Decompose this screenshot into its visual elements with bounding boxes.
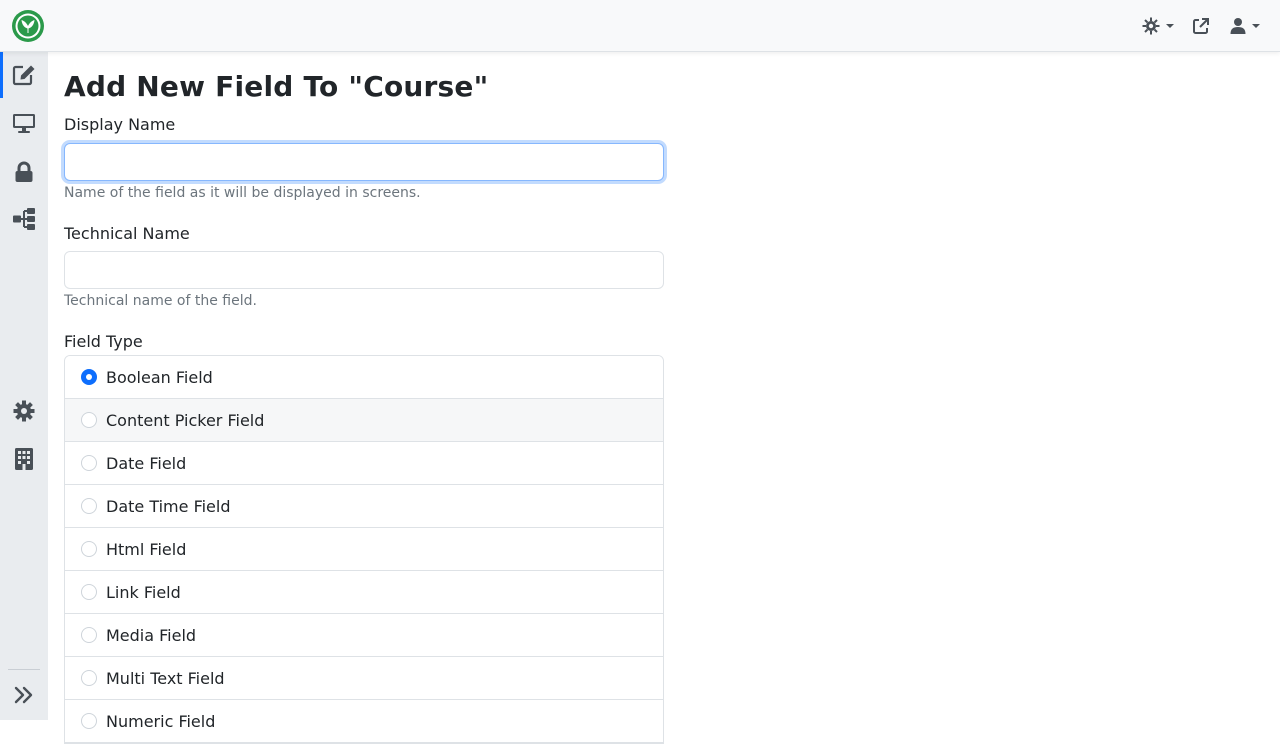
radio-button[interactable] — [81, 713, 97, 729]
field-type-option-label: Multi Text Field — [106, 668, 225, 688]
radio-button[interactable] — [81, 412, 97, 428]
orchard-logo[interactable] — [11, 9, 45, 43]
admin-sidebar — [0, 52, 48, 720]
field-type-option-date[interactable]: Date Field — [65, 442, 663, 485]
field-type-option-boolean[interactable]: Boolean Field — [65, 356, 663, 399]
field-type-option-label: Date Time Field — [106, 496, 231, 516]
radio-button[interactable] — [81, 670, 97, 686]
lock-icon — [15, 161, 33, 182]
display-name-hint: Name of the field as it will be displaye… — [64, 185, 421, 201]
field-type-option-media[interactable]: Media Field — [65, 614, 663, 657]
display-name-label: Display Name — [64, 115, 176, 134]
radio-button[interactable] — [81, 627, 97, 643]
double-chevron-right-icon — [14, 686, 33, 704]
user-menu-button[interactable] — [1224, 12, 1266, 40]
radio-button[interactable] — [81, 541, 97, 557]
chevron-down-icon — [1252, 24, 1260, 28]
chevron-down-icon — [1166, 24, 1174, 28]
field-type-list: Boolean Field Content Picker Field Date … — [64, 355, 664, 744]
sidebar-item-design[interactable] — [0, 100, 48, 146]
top-navbar — [0, 0, 1280, 52]
radio-button[interactable] — [81, 455, 97, 471]
visit-site-button[interactable] — [1186, 12, 1216, 40]
field-type-option-label: Link Field — [106, 582, 181, 602]
field-type-group: Field Type Boolean Field Content Picker … — [64, 332, 664, 744]
field-type-option-label: Content Picker Field — [106, 410, 265, 430]
external-link-icon — [1193, 18, 1209, 34]
field-type-option-label: Media Field — [106, 625, 197, 645]
technical-name-group: Technical Name Technical name of the fie… — [64, 224, 664, 310]
edit-icon — [12, 65, 35, 86]
user-icon — [1230, 18, 1246, 34]
field-type-option-html[interactable]: Html Field — [65, 528, 663, 571]
theme-toggle-button[interactable] — [1136, 12, 1180, 40]
radio-button[interactable] — [81, 584, 97, 600]
monitor-icon — [13, 114, 35, 133]
field-type-option-content-picker[interactable]: Content Picker Field — [65, 399, 663, 442]
sidebar-divider — [8, 669, 40, 670]
sidebar-item-workflows[interactable] — [0, 196, 48, 242]
display-name-input[interactable] — [64, 143, 664, 181]
field-type-option-link[interactable]: Link Field — [65, 571, 663, 614]
sidebar-item-tenants[interactable] — [0, 436, 48, 482]
technical-name-label: Technical Name — [64, 224, 190, 243]
sidebar-item-content[interactable] — [0, 52, 48, 98]
sitemap-icon — [13, 208, 35, 230]
field-type-option-numeric[interactable]: Numeric Field — [65, 700, 663, 743]
main-content: Add New Field To "Course" Display Name N… — [64, 52, 664, 744]
display-name-group: Display Name Name of the field as it wil… — [64, 115, 664, 202]
sidebar-collapse-toggle[interactable] — [0, 672, 48, 718]
sidebar-item-security[interactable] — [0, 149, 48, 195]
field-type-option-date-time[interactable]: Date Time Field — [65, 485, 663, 528]
radio-button[interactable] — [81, 498, 97, 514]
field-type-option-multi-text[interactable]: Multi Text Field — [65, 657, 663, 700]
gear-icon — [13, 400, 35, 422]
field-type-option-label: Html Field — [106, 539, 187, 559]
field-type-option-label: Boolean Field — [106, 367, 213, 387]
page-title: Add New Field To "Course" — [64, 70, 489, 103]
technical-name-input[interactable] — [64, 251, 664, 289]
field-type-option-label: Date Field — [106, 453, 187, 473]
sidebar-item-configuration[interactable] — [0, 388, 48, 434]
field-type-label: Field Type — [64, 332, 143, 351]
field-type-option-label: Numeric Field — [106, 711, 216, 731]
building-icon — [15, 448, 33, 470]
technical-name-hint: Technical name of the field. — [64, 293, 257, 309]
sun-gear-icon — [1142, 17, 1160, 35]
radio-button-checked[interactable] — [81, 369, 97, 385]
